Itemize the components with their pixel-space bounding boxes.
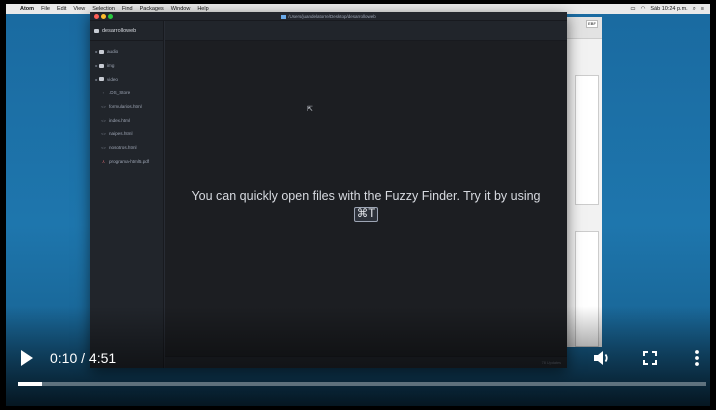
video-player-controls: 0:10 / 4:51 [6,4,710,406]
more-options-button[interactable] [692,349,702,367]
volume-button[interactable] [593,349,611,367]
fullscreen-icon [643,351,657,365]
play-button[interactable] [20,350,34,366]
progress-bar[interactable] [18,382,706,386]
more-vert-icon [695,350,699,366]
progress-fill [18,382,43,386]
volume-icon [594,351,608,365]
play-icon [21,350,33,366]
time-display: 0:10 / 4:51 [50,350,117,366]
fullscreen-button[interactable] [643,351,657,365]
